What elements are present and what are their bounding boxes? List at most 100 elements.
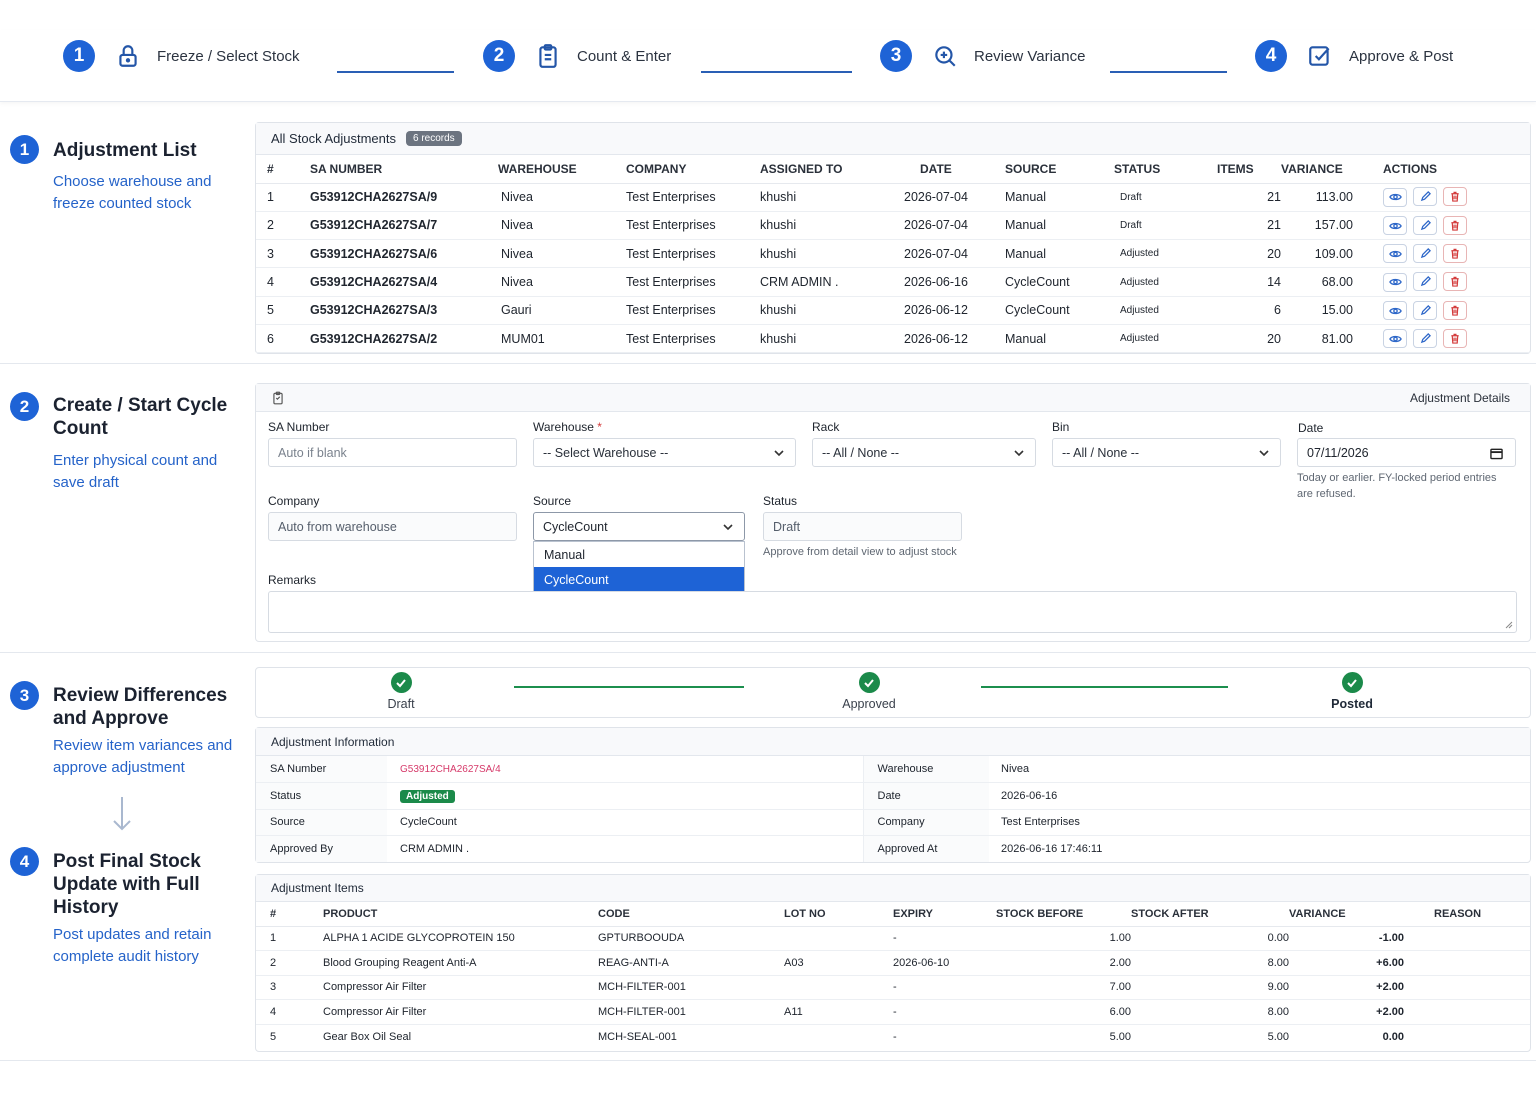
remarks-textarea[interactable] — [268, 591, 1517, 633]
clipboard-icon — [273, 391, 283, 405]
date-input[interactable]: 07/11/2026 — [1297, 438, 1516, 467]
product-cell: Compressor Air Filter — [323, 999, 598, 1025]
code-cell: GPTURBOOUDA — [598, 926, 784, 951]
col-header: VARIANCE — [1281, 155, 1353, 184]
product-cell: Compressor Air Filter — [323, 975, 598, 1000]
col-header: STOCK AFTER — [1131, 902, 1289, 927]
step-number: 2 — [483, 40, 515, 72]
table-row: 4 Compressor Air Filter MCH-FILTER-001 A11-… — [256, 999, 1530, 1025]
rack-select[interactable]: -- All / None -- — [812, 438, 1036, 467]
assigned-to-cell: khushi — [760, 183, 902, 212]
source-option-manual[interactable]: Manual — [534, 542, 744, 567]
sa-number-input[interactable]: Auto if blank — [268, 438, 517, 467]
sa-number-link[interactable]: G53912CHA2627SA/4 — [387, 756, 863, 783]
view-icon[interactable] — [1383, 216, 1407, 236]
source-option-cyclecount[interactable]: CycleCount — [534, 567, 744, 592]
items-cell: 21 — [1217, 211, 1281, 241]
actions-cell — [1353, 324, 1530, 354]
table-row[interactable]: 4 G53912CHA2627SA/4 Nivea Test Enterprises C… — [256, 267, 1530, 297]
view-icon[interactable] — [1383, 244, 1407, 264]
status-cell: Adjusted — [1114, 324, 1217, 354]
expiry-cell: - — [893, 999, 996, 1025]
edit-icon[interactable] — [1413, 272, 1437, 292]
delete-icon[interactable] — [1443, 215, 1467, 235]
edit-icon[interactable] — [1413, 187, 1437, 207]
step-number: 4 — [1255, 40, 1287, 72]
left-step-subtitle: Post updates and retain complete audit h… — [53, 926, 212, 965]
table-row[interactable]: 5 G53912CHA2627SA/3 Gauri Test Enterprises k… — [256, 296, 1530, 325]
progress-connector — [514, 686, 744, 688]
table-row[interactable]: 3 G53912CHA2627SA/6 Nivea Test Enterprises k… — [256, 239, 1530, 269]
reason-cell — [1404, 999, 1530, 1025]
left-step-subtitle: Choose warehouse and freeze counted stoc… — [53, 173, 212, 212]
stock-after-cell: 8.00 — [1131, 999, 1289, 1025]
section-divider — [0, 652, 1536, 653]
lot-cell — [784, 975, 893, 1000]
edit-icon[interactable] — [1413, 243, 1437, 263]
info-value: CRM ADMIN . — [400, 843, 470, 855]
col-header: SA NUMBER — [310, 155, 498, 184]
progress-connector — [981, 686, 1228, 688]
code-cell: MCH-FILTER-001 — [598, 975, 784, 1000]
delete-icon[interactable] — [1443, 300, 1467, 320]
status-cell: Draft — [1114, 211, 1217, 241]
source-select[interactable]: CycleCount — [533, 512, 745, 541]
sa-number: G53912CHA2627SA/7 — [310, 211, 498, 241]
info-key: SA Number — [256, 756, 387, 783]
info-key: Status — [256, 782, 387, 810]
stock-before-cell: 2.00 — [996, 950, 1131, 976]
step-label: Review Variance — [974, 47, 1086, 65]
left-step-title: Adjustment List — [53, 140, 197, 161]
delete-icon[interactable] — [1443, 328, 1467, 348]
magnify-icon — [935, 46, 956, 67]
delete-icon[interactable] — [1443, 187, 1467, 207]
table-row[interactable]: 6 G53912CHA2627SA/2 MUM01 Test Enterprises k… — [256, 324, 1530, 354]
delete-icon[interactable] — [1443, 272, 1467, 292]
col-header: PRODUCT — [323, 902, 598, 927]
company-value: Auto from warehouse — [278, 519, 397, 534]
row-number: 3 — [256, 975, 323, 1000]
form-header: Adjustment Details — [256, 384, 1530, 412]
sa-number: G53912CHA2627SA/9 — [310, 183, 498, 212]
rack-label: Rack — [812, 420, 840, 434]
stock-before-cell: 7.00 — [996, 975, 1131, 1000]
expiry-cell: 2026-06-10 — [893, 950, 996, 976]
table-row[interactable]: 2 G53912CHA2627SA/7 Nivea Test Enterprises k… — [256, 211, 1530, 241]
warehouse-select[interactable]: -- Select Warehouse -- — [533, 438, 796, 467]
adjustment-info-card: Adjustment Information SA Number G53912C… — [255, 727, 1531, 863]
col-header: VARIANCE — [1289, 902, 1404, 927]
resize-handle-icon[interactable] — [1505, 621, 1513, 629]
edit-icon[interactable] — [1413, 328, 1437, 348]
checkbox-icon — [1309, 46, 1330, 66]
warehouse-cell: Nivea — [498, 267, 626, 297]
sa-number: G53912CHA2627SA/3 — [310, 296, 498, 325]
calendar-icon[interactable] — [1490, 447, 1503, 460]
edit-icon[interactable] — [1413, 300, 1437, 320]
view-icon[interactable] — [1383, 301, 1407, 321]
code-cell: MCH-FILTER-001 — [598, 999, 784, 1025]
info-key: Warehouse — [862, 756, 989, 783]
step-number: 3 — [880, 40, 912, 72]
view-icon[interactable] — [1383, 272, 1407, 292]
view-icon[interactable] — [1383, 329, 1407, 349]
info-key: Company — [862, 809, 989, 836]
view-icon[interactable] — [1383, 187, 1407, 207]
card-header: All Stock Adjustments 6 records — [256, 123, 1530, 155]
actions-cell — [1353, 267, 1530, 297]
variance-cell: 15.00 — [1281, 296, 1353, 325]
table-row: 2 Blood Grouping Reagent Anti-A REAG-ANTI-… — [256, 950, 1530, 976]
variance-cell: +2.00 — [1289, 999, 1404, 1025]
info-key: Approved By — [256, 835, 387, 862]
expiry-cell: - — [893, 1030, 897, 1043]
product-cell: ALPHA 1 ACIDE GLYCOPROTEIN 150 — [323, 926, 598, 951]
warehouse-cell: Nivea — [498, 183, 626, 212]
variance-cell: -1.00 — [1289, 926, 1404, 951]
actions-cell — [1353, 296, 1530, 325]
col-header: ASSIGNED TO — [760, 155, 902, 184]
info-key: Source — [256, 809, 387, 836]
delete-icon[interactable] — [1443, 243, 1467, 263]
bin-select[interactable]: -- All / None -- — [1052, 438, 1281, 467]
edit-icon[interactable] — [1413, 215, 1437, 235]
table-row[interactable]: 1 G53912CHA2627SA/9 Nivea Test Enterprises k… — [256, 183, 1530, 212]
variance-cell: 109.00 — [1281, 239, 1353, 269]
